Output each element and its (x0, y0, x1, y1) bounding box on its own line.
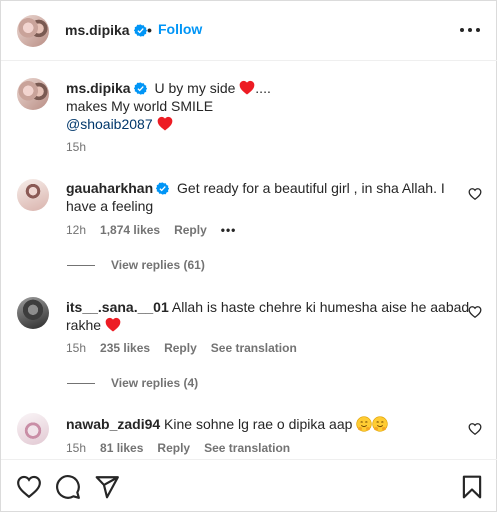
post-header: ms.dipika • Follow (1, 1, 497, 61)
commenter-avatar[interactable] (17, 413, 49, 445)
header-separator: • (147, 22, 152, 38)
caption-username[interactable]: ms.dipika (66, 80, 131, 96)
comment-line-1: nawab_zadi94 Kine sohne lg rae o dipika … (66, 415, 388, 433)
verified-badge-icon (134, 24, 147, 37)
comment-time: 12h (66, 223, 87, 237)
view-replies-label: View replies (61) (111, 258, 205, 272)
post-panel: ms.dipika • Follow ms.dipika U by my sid… (0, 0, 497, 512)
see-translation-button[interactable]: See translation (204, 441, 290, 455)
comment-line-1: gauaharkhan Get ready for a beautiful gi… (66, 179, 445, 197)
hugging-face-emoji-icon (356, 416, 372, 432)
share-paper-plane-icon[interactable] (94, 474, 120, 500)
comment-meta: 15h 81 likes Reply See translation (66, 441, 290, 455)
commenter-username[interactable]: nawab_zadi94 (66, 416, 160, 432)
verified-badge-icon (133, 82, 147, 95)
comment-likes[interactable]: 81 likes (100, 441, 143, 455)
caption-mention[interactable]: @shoaib2087 (66, 116, 153, 132)
caption-text-1: U by my side (154, 80, 236, 96)
caption-time: 15h (66, 140, 87, 154)
comment-line-2: rakhe (66, 316, 121, 334)
author-avatar[interactable] (17, 15, 49, 47)
comment-line-2: have a feeling (66, 198, 154, 214)
comment-text-2: rakhe (66, 317, 102, 333)
comment-likes[interactable]: 235 likes (100, 341, 150, 355)
see-translation-button[interactable]: See translation (211, 341, 297, 355)
follow-button[interactable]: Follow (158, 21, 202, 37)
comment-bubble-icon[interactable] (55, 474, 81, 500)
caption-text-suffix: .... (255, 80, 271, 96)
comment-options-icon[interactable]: ••• (221, 223, 237, 237)
author-username[interactable]: ms.dipika (65, 22, 130, 38)
comment-text: Get ready for a beautiful girl , in sha … (177, 180, 445, 196)
heart-outline-icon[interactable] (468, 422, 482, 436)
heart-outline-icon[interactable] (468, 187, 482, 201)
heart-outline-icon[interactable] (468, 305, 482, 319)
commenter-avatar[interactable] (17, 179, 49, 211)
red-heart-emoji-icon (105, 317, 121, 332)
comment-meta: 15h 235 likes Reply See translation (66, 341, 297, 355)
caption-line-2: makes My world SMILE (66, 98, 214, 114)
comment-likes[interactable]: 1,874 likes (100, 223, 160, 237)
like-heart-icon[interactable] (16, 474, 42, 500)
reply-button[interactable]: Reply (164, 341, 197, 355)
view-replies-label: View replies (4) (111, 376, 199, 390)
red-heart-emoji-icon (239, 80, 255, 95)
reply-button[interactable]: Reply (157, 441, 190, 455)
view-replies-button[interactable]: View replies (4) (67, 375, 198, 391)
caption-line-1: ms.dipika U by my side .... (66, 79, 271, 97)
comment-text: Kine sohne lg rae o dipika aap (164, 416, 353, 432)
commenter-username[interactable]: gauaharkhan (66, 180, 153, 196)
red-heart-emoji-icon (157, 116, 172, 131)
save-bookmark-icon[interactable] (459, 474, 485, 500)
more-options-icon[interactable] (460, 21, 480, 39)
comment-line-1: its__.sana.__01 Allah is haste chehre ki… (66, 298, 469, 316)
comment-time: 15h (66, 441, 87, 455)
comment-time: 15h (66, 341, 87, 355)
comment-meta: 12h 1,874 likes Reply ••• (66, 223, 236, 237)
verified-badge-icon (156, 182, 170, 195)
reply-button[interactable]: Reply (174, 223, 207, 237)
caption-avatar[interactable] (17, 78, 49, 110)
view-replies-button[interactable]: View replies (61) (67, 257, 205, 273)
commenter-username[interactable]: its__.sana.__01 (66, 299, 169, 315)
replies-divider (67, 382, 95, 384)
replies-divider (67, 264, 95, 266)
caption-line-3: @shoaib2087 (66, 115, 173, 133)
hugging-face-emoji-icon (372, 416, 388, 432)
commenter-avatar[interactable] (17, 297, 49, 329)
comment-text: Allah is haste chehre ki humesha aise he… (171, 299, 470, 315)
post-action-bar (1, 459, 497, 512)
